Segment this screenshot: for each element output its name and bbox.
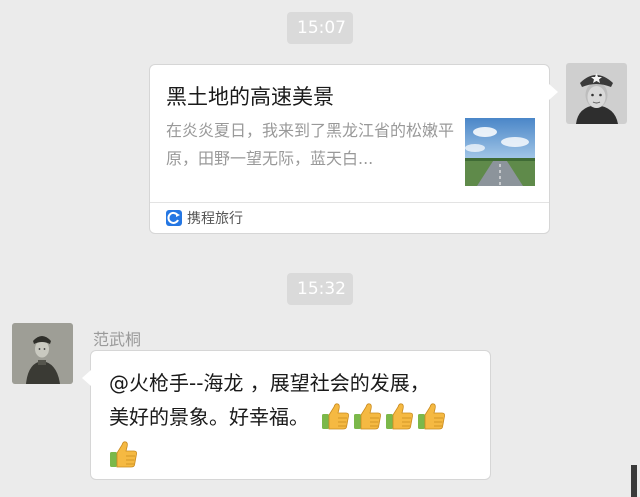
thumbs-up-icon [109,439,141,469]
thumbs-up-icon [353,401,385,433]
thumbs-up-icon [385,401,417,433]
card-description: 在炎炎夏日，我来到了黑龙江省的松嫩平原，田野一望无际，蓝天白... [166,121,455,168]
chat-window: 15:07 黑土地的高速美景 在炎炎夏日，我来到了黑龙江省的松嫩平原，田野一望无… [0,0,640,497]
thumbs-up-group [321,401,449,433]
card-thumbnail-image [465,118,535,186]
scrollbar-thumb[interactable] [631,465,637,497]
link-card[interactable]: 黑土地的高速美景 在炎炎夏日，我来到了黑龙江省的松嫩平原，田野一望无际，蓝天白.… [149,64,550,234]
ctrip-icon [166,210,182,226]
card-divider [150,202,549,203]
timestamp-pill: 15:32 [287,273,353,305]
message-line-2: 美好的景象。好幸福。 [109,401,449,433]
message-bubble-tail [82,370,91,386]
message-text: @火枪手--海龙 ，展望社会的发展， [109,367,479,399]
sender-name: 范武桐 [93,330,142,349]
card-title: 黑土地的高速美景 [166,85,334,109]
timestamp-pill: 15:07 [287,12,353,44]
message-line-3 [109,439,141,469]
message-line-1: @火枪手--海龙 ，展望社会的发展， [109,371,430,395]
card-source-label: 携程旅行 [187,211,243,227]
card-bubble-tail [549,84,558,100]
card-source[interactable]: 携程旅行 [166,208,243,228]
thumbs-up-icon [321,401,353,433]
avatar-left[interactable] [12,323,73,384]
thumbs-up-group [109,439,141,469]
thumbs-up-icon [417,401,449,433]
message-bubble[interactable]: @火枪手--海龙 ，展望社会的发展， 美好的景象。好幸福。 [90,350,491,480]
message-line-2-text: 美好的景象。好幸福。 [109,405,309,429]
avatar-right[interactable] [566,63,627,124]
